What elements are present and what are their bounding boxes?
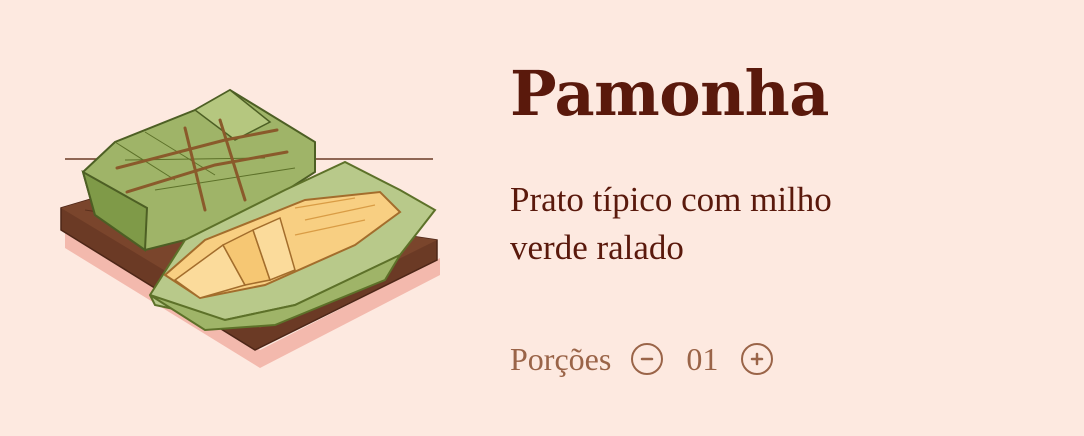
recipe-card: Pamonha Prato típico com milho verde ral… [0,0,1084,436]
decrease-portions-button[interactable] [631,343,664,375]
increase-portions-button[interactable] [741,343,774,375]
dish-description: Prato típico com milho verde ralado [510,180,832,267]
portions-label: Porções [510,340,612,377]
portions-value: 01 [686,340,719,377]
dish-info: Pamonha Prato típico com milho verde ral… [510,52,1050,272]
dish-title: Pamonha [510,57,829,130]
minus-circle-icon [641,357,654,361]
pamonha-illustration [60,88,440,368]
plus-circle-icon [751,352,764,366]
portions-stepper: Porções 01 [510,336,774,382]
